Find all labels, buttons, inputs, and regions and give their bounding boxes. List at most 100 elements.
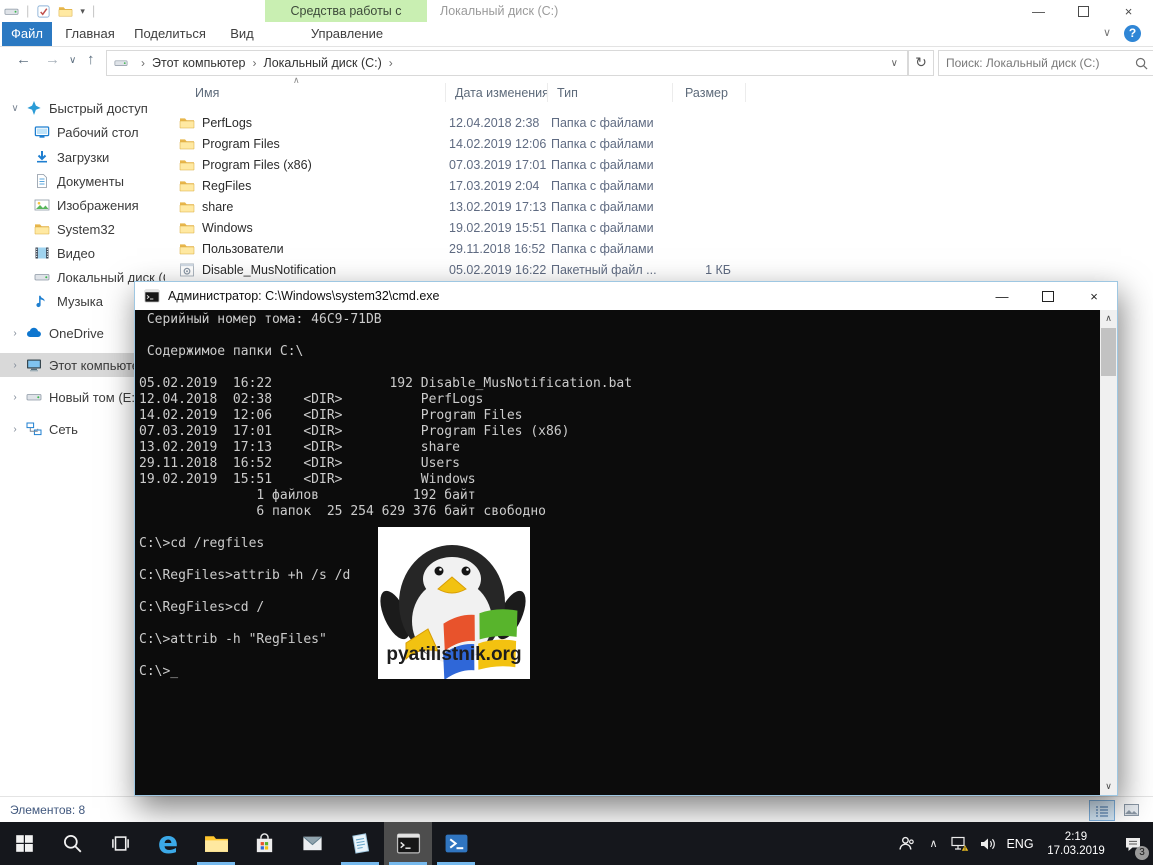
tab-share[interactable]: Поделиться — [126, 22, 214, 46]
store-button[interactable] — [240, 822, 288, 865]
column-divider[interactable] — [745, 83, 746, 102]
window-title: Локальный диск (C:) — [440, 0, 558, 22]
terminal-area[interactable]: Серийный номер тома: 46C9-71DB Содержимо… — [135, 310, 1117, 795]
column-divider[interactable] — [547, 83, 548, 102]
file-explorer-button[interactable] — [192, 822, 240, 865]
list-view-icon — [1095, 805, 1109, 817]
column-header-name[interactable]: Имя — [195, 82, 219, 104]
history-caret-icon[interactable]: ∨ — [69, 55, 76, 66]
breadcrumb-chevron-icon: › — [141, 56, 145, 70]
language-indicator[interactable]: ENG — [1001, 822, 1039, 865]
people-icon[interactable] — [893, 822, 920, 865]
terminal-scrollbar[interactable]: ∧ ∨ — [1100, 310, 1117, 795]
folder-icon — [179, 136, 195, 152]
powershell-button[interactable] — [432, 822, 480, 865]
help-icon[interactable]: ? — [1124, 25, 1141, 42]
breadcrumb-local-disk-c[interactable]: Локальный диск (C:) — [263, 56, 381, 70]
ribbon-expand-icon[interactable]: ∨ — [1103, 26, 1111, 39]
restore-button[interactable] — [1061, 0, 1106, 22]
address-dropdown-icon[interactable]: ∨ — [882, 58, 907, 69]
scroll-down-icon[interactable]: ∨ — [1100, 778, 1117, 795]
tray-expand-icon[interactable]: ∧ — [920, 822, 947, 865]
search-placeholder: Поиск: Локальный диск (C:) — [946, 56, 1099, 70]
cmd-minimize-button[interactable]: — — [979, 282, 1025, 310]
file-row-perflogs[interactable]: PerfLogs 12.04.2018 2:38 Папка с файлами — [165, 112, 755, 133]
search-icon — [63, 834, 82, 853]
sidebar-item-quick-access[interactable]: ∨ Быстрый доступ — [0, 96, 165, 120]
file-row-program-files-x86[interactable]: Program Files (x86) 07.03.2019 17:01 Пап… — [165, 154, 755, 175]
chevron-right-icon[interactable]: › — [8, 328, 22, 339]
column-header-date[interactable]: Дата изменения — [455, 82, 549, 104]
cmd-close-button[interactable]: × — [1071, 282, 1117, 310]
scroll-up-icon[interactable]: ∧ — [1100, 310, 1117, 327]
file-row-users[interactable]: Пользователи 29.11.2018 16:52 Папка с фа… — [165, 238, 755, 259]
search-input[interactable]: Поиск: Локальный диск (C:) — [938, 50, 1153, 76]
back-button[interactable]: ← — [16, 51, 31, 68]
edge-button[interactable]: e — [144, 822, 192, 865]
column-header-size[interactable]: Размер — [685, 82, 728, 104]
file-row-share[interactable]: share 13.02.2019 17:13 Папка с файлами — [165, 196, 755, 217]
app-drive-icon — [4, 4, 19, 19]
qat-properties-icon[interactable] — [36, 4, 51, 19]
column-divider[interactable] — [672, 83, 673, 102]
taskbar: e — [0, 822, 1153, 865]
taskbar-clock[interactable]: 2:19 17.03.2019 — [1039, 830, 1113, 858]
volume-icon[interactable] — [974, 822, 1001, 865]
tab-file[interactable]: Файл — [2, 22, 52, 46]
breadcrumb-chevron-icon: › — [252, 56, 256, 70]
restore-icon — [1078, 6, 1089, 17]
notepad-button[interactable] — [336, 822, 384, 865]
breadcrumb-this-pc[interactable]: Этот компьютер — [152, 56, 245, 70]
desktop-icon — [34, 124, 50, 140]
up-button[interactable]: ↑ — [87, 51, 95, 68]
file-explorer-icon — [204, 831, 229, 856]
address-drive-icon — [114, 56, 128, 70]
chevron-down-icon[interactable]: ∨ — [8, 103, 22, 114]
file-row-windows[interactable]: Windows 19.02.2019 15:51 Папка с файлами — [165, 217, 755, 238]
ribbon-tabs: Файл Главная Поделиться Вид Управление ∨… — [0, 22, 1153, 47]
scrollbar-thumb[interactable] — [1101, 328, 1116, 376]
powershell-icon — [444, 831, 469, 856]
address-bar[interactable]: › Этот компьютер › Локальный диск (C:) ›… — [106, 50, 908, 76]
qat-customize-caret-icon[interactable]: ▾ — [80, 6, 85, 17]
quick-access-toolbar: | ▾ | — [4, 2, 95, 20]
tab-view[interactable]: Вид — [220, 22, 264, 46]
cmd-titlebar[interactable]: Администратор: C:\Windows\system32\cmd.e… — [135, 282, 1117, 310]
thumbnail-view-toggle[interactable] — [1119, 800, 1143, 819]
list-view-toggle[interactable] — [1089, 800, 1115, 821]
forward-button[interactable]: → — [45, 51, 60, 68]
qat-new-folder-icon[interactable] — [58, 4, 73, 19]
watermark-logo: pyatilistnik.org — [378, 527, 530, 679]
cmd-icon — [144, 288, 160, 304]
close-button[interactable]: × — [1106, 0, 1151, 22]
network-warning-icon[interactable] — [947, 822, 974, 865]
file-row-regfiles[interactable]: RegFiles 17.03.2019 2:04 Папка с файлами — [165, 175, 755, 196]
file-row-program-files[interactable]: Program Files 14.02.2019 12:06 Папка с ф… — [165, 133, 755, 154]
refresh-icon[interactable]: ↻ — [908, 50, 934, 76]
notification-badge: 3 — [1135, 846, 1149, 860]
search-icon[interactable] — [1135, 57, 1148, 70]
action-center-button[interactable]: 3 — [1113, 822, 1153, 865]
file-row-disable-musnotification[interactable]: Disable_MusNotification 05.02.2019 16:22… — [165, 259, 755, 280]
system-tray: ∧ ENG 2:19 17.03.2019 — [893, 822, 1153, 865]
breadcrumb-chevron-icon: › — [389, 56, 393, 70]
onedrive-cloud-icon — [26, 325, 42, 341]
chevron-right-icon[interactable]: › — [8, 392, 22, 403]
tab-manage[interactable]: Управление — [282, 22, 412, 46]
cmd-taskbar-button[interactable] — [384, 822, 432, 865]
tab-home[interactable]: Главная — [60, 22, 120, 46]
mail-button[interactable] — [288, 822, 336, 865]
cmd-maximize-button[interactable] — [1025, 282, 1071, 310]
column-header-type[interactable]: Тип — [557, 82, 578, 104]
videos-icon — [34, 245, 50, 261]
minimize-button[interactable]: — — [1016, 0, 1061, 22]
column-divider[interactable] — [445, 83, 446, 102]
batch-file-icon — [179, 262, 195, 278]
chevron-right-icon[interactable]: › — [8, 424, 22, 435]
start-button[interactable] — [0, 822, 48, 865]
network-icon — [26, 421, 42, 437]
chevron-right-icon[interactable]: › — [8, 360, 22, 371]
taskbar-search-button[interactable] — [48, 822, 96, 865]
sort-ascending-icon: ∧ — [293, 75, 300, 86]
task-view-button[interactable] — [96, 822, 144, 865]
